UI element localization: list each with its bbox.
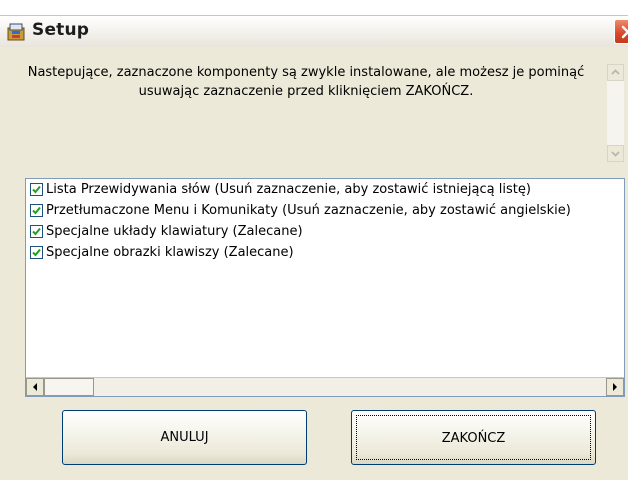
list-item-label: Przetłumaczone Menu i Komunikaty (Usuń z… <box>46 203 571 218</box>
list-item-label: Specjalne obrazki klawiszy (Zalecane) <box>46 245 294 260</box>
scroll-down-button[interactable] <box>607 145 624 162</box>
arrow-left-icon <box>33 383 37 391</box>
finish-button-label: ZAKOŃCZ <box>441 431 506 446</box>
checkbox[interactable] <box>30 246 43 259</box>
checkmark-icon <box>32 206 41 215</box>
chevron-up-icon <box>611 69 620 75</box>
instructions-line-2: usuwając zaznaczenie przed kliknięciem Z… <box>138 84 474 99</box>
cancel-button[interactable]: ANULUJ <box>62 410 307 465</box>
cancel-button-label: ANULUJ <box>160 430 209 445</box>
list-item-label: Lista Przewidywania słów (Usuń zaznaczen… <box>46 182 531 197</box>
checkmark-icon <box>32 248 41 257</box>
instructions-text: Nastepujące, zaznaczone komponenty są zw… <box>16 63 596 101</box>
close-icon <box>621 25 628 39</box>
setup-installer-icon <box>6 22 26 42</box>
checkmark-icon <box>32 227 41 236</box>
arrow-right-icon <box>613 383 617 391</box>
checkbox[interactable] <box>30 225 43 238</box>
checkbox[interactable] <box>30 204 43 217</box>
instructions-line-1: Nastepujące, zaznaczone komponenty są zw… <box>27 65 585 80</box>
close-button[interactable] <box>614 19 628 44</box>
list-horizontal-scrollbar[interactable] <box>26 377 624 396</box>
list-item-label: Specjalne układy klawiatury (Zalecane) <box>46 224 303 239</box>
dialog-body: Nastepujące, zaznaczone komponenty są zw… <box>0 47 628 480</box>
message-vertical-scrollbar[interactable] <box>607 64 624 162</box>
components-list[interactable]: Lista Przewidywania słów (Usuń zaznaczen… <box>25 178 625 397</box>
finish-button[interactable]: ZAKOŃCZ <box>351 410 596 465</box>
window-title: Setup <box>32 20 90 40</box>
checkmark-icon <box>32 185 41 194</box>
scroll-up-button[interactable] <box>607 64 624 81</box>
checkbox[interactable] <box>30 183 43 196</box>
chevron-down-icon <box>611 151 620 157</box>
title-bar[interactable]: Setup <box>0 15 628 48</box>
scroll-left-button[interactable] <box>26 378 44 396</box>
focus-rectangle: ZAKOŃCZ <box>356 415 591 460</box>
scroll-right-button[interactable] <box>606 378 624 396</box>
scrollbar-thumb[interactable] <box>44 378 94 396</box>
